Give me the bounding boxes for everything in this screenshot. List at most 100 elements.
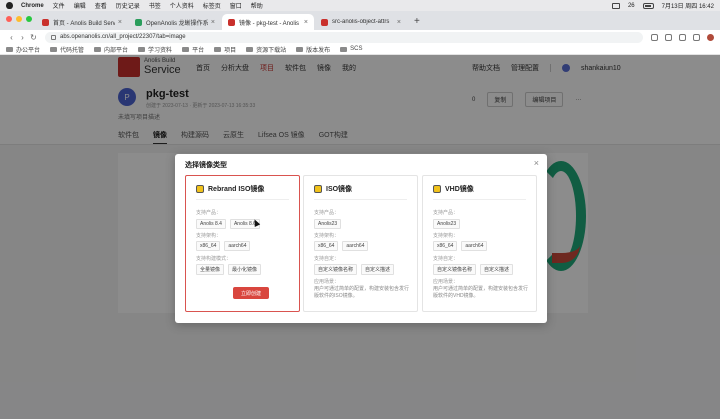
products-tags: Anolis23 bbox=[433, 219, 461, 229]
close-window-icon[interactable] bbox=[6, 16, 12, 22]
menu-window[interactable]: 窗口 bbox=[230, 1, 242, 10]
folder-icon bbox=[6, 46, 13, 52]
products-tags: Anolis 8.4 Anolis 8.6 bbox=[196, 219, 260, 229]
tab-label: 镜像 - pkg-test - Anolis Build S bbox=[239, 20, 301, 27]
menu-app-chrome[interactable]: Chrome bbox=[21, 3, 44, 9]
url-text: abs.openanolis.cn/all_project/22307/tab=… bbox=[60, 34, 186, 40]
minimize-window-icon[interactable] bbox=[16, 16, 22, 22]
custom-tag: 自定义描述 bbox=[361, 264, 395, 275]
image-type-icon bbox=[433, 185, 441, 193]
bookmark-folder[interactable]: 版本发布 bbox=[296, 45, 330, 54]
scenario-text: 用户可通过简单的配置，构建安装包含发行版软件的VHD镜像。 bbox=[433, 286, 529, 299]
bookmark-label: SCS bbox=[350, 46, 363, 52]
menu-profiles[interactable]: 个人资料 bbox=[170, 1, 194, 10]
card-title: Rebrand ISO镜像 bbox=[208, 186, 265, 193]
bookmark-label: 版本发布 bbox=[306, 47, 331, 54]
bookmark-folder[interactable]: 项目 bbox=[214, 45, 236, 54]
back-icon[interactable]: ‹ bbox=[6, 33, 17, 42]
sidepanel-icon[interactable] bbox=[693, 33, 700, 41]
browser-tab-bar: 首页 - Anolis Build Service × OpenAnolis 龙… bbox=[0, 11, 720, 30]
bookmark-folder[interactable]: 资源下载站 bbox=[246, 45, 286, 54]
menu-help[interactable]: 帮助 bbox=[251, 1, 263, 10]
bookmark-label: 项目 bbox=[224, 47, 237, 54]
card-header: VHD镜像 bbox=[433, 184, 474, 194]
divider bbox=[196, 199, 289, 200]
menu-bookmarks[interactable]: 书签 bbox=[149, 1, 161, 10]
bookmarks-bar: 办公平台 代码托管 内部平台 学习资料 平台 项目 资源下载站 版本发布 SCS bbox=[0, 44, 720, 55]
divider bbox=[433, 199, 526, 200]
profile-avatar[interactable] bbox=[707, 33, 714, 41]
favicon-icon bbox=[42, 18, 49, 26]
forward-icon[interactable]: › bbox=[17, 33, 28, 42]
bookmark-folder[interactable]: 学习资料 bbox=[138, 45, 172, 54]
menu-view[interactable]: 查看 bbox=[95, 1, 107, 10]
battery-percent: 26 bbox=[627, 2, 635, 9]
menu-file[interactable]: 文件 bbox=[53, 1, 65, 10]
products-label: 支持产品： bbox=[314, 210, 340, 216]
address-toolbar: ‹ › ↻ abs.openanolis.cn/all_project/2230… bbox=[0, 30, 720, 44]
new-tab-icon[interactable]: + bbox=[414, 16, 420, 27]
select-image-type-dialog: 选择镜像类型 × Rebrand ISO镜像 支持产品： Anolis 8.4 … bbox=[175, 154, 547, 323]
create-now-button[interactable]: 立即创建 bbox=[233, 287, 269, 299]
battery-icon[interactable] bbox=[642, 2, 654, 9]
bookmark-label: 内部平台 bbox=[104, 47, 129, 54]
custom-tag: 自定义镜像名称 bbox=[314, 264, 358, 275]
card-iso[interactable]: ISO镜像 支持产品： Anolis23 支持架构： x86_64 aarch6… bbox=[303, 175, 418, 312]
close-icon[interactable]: × bbox=[397, 19, 401, 26]
tab-label: 首页 - Anolis Build Service bbox=[53, 20, 115, 27]
divider bbox=[314, 199, 407, 200]
bookmark-folder[interactable]: 平台 bbox=[182, 45, 204, 54]
menu-history[interactable]: 历史记录 bbox=[116, 1, 140, 10]
product-tag: Anolis 8.4 bbox=[196, 219, 226, 229]
url-input[interactable]: abs.openanolis.cn/all_project/22307/tab=… bbox=[45, 31, 643, 43]
browser-tab-home[interactable]: 首页 - Anolis Build Service × bbox=[36, 14, 128, 30]
card-vhd[interactable]: VHD镜像 支持产品： Anolis23 支持架构： x86_64 aarch6… bbox=[422, 175, 537, 312]
browser-tab-src[interactable]: src-anolis-object-attrs × bbox=[315, 14, 407, 30]
bookmark-folder[interactable]: 代码托管 bbox=[50, 45, 84, 54]
bookmark-star-icon[interactable] bbox=[665, 33, 672, 41]
menu-edit[interactable]: 编辑 bbox=[74, 1, 86, 10]
screen-record-icon[interactable] bbox=[611, 2, 620, 9]
folder-icon bbox=[94, 46, 102, 52]
reload-icon[interactable]: ↻ bbox=[28, 33, 39, 42]
bookmark-folder[interactable]: 内部平台 bbox=[94, 45, 128, 54]
arch-tag: x86_64 bbox=[314, 241, 339, 251]
favicon-icon bbox=[228, 18, 235, 26]
card-title: VHD镜像 bbox=[445, 186, 474, 193]
tab-label: src-anolis-object-attrs bbox=[332, 19, 390, 25]
arch-tags: x86_64 aarch64 bbox=[314, 241, 369, 251]
product-tag: Anolis23 bbox=[433, 219, 461, 229]
folder-icon bbox=[296, 46, 304, 52]
arch-tag: x86_64 bbox=[433, 241, 458, 251]
close-icon[interactable]: × bbox=[304, 19, 308, 26]
scenario-text: 用户可通过简单的配置，构建安装包含发行版软件的ISO镜像。 bbox=[314, 286, 410, 299]
tab-label: OpenAnolis 龙蜥操作系统开源社区 bbox=[146, 20, 208, 27]
folder-icon bbox=[340, 46, 348, 52]
custom-tag: 自定义镜像名称 bbox=[433, 264, 477, 275]
close-icon[interactable]: × bbox=[118, 19, 122, 26]
bookmark-folder[interactable]: SCS bbox=[340, 46, 362, 52]
mode-tag: 全量镜像 bbox=[196, 264, 225, 275]
extension-icon[interactable] bbox=[679, 33, 686, 41]
arch-tag: aarch64 bbox=[224, 241, 251, 251]
card-rebrand-iso[interactable]: Rebrand ISO镜像 支持产品： Anolis 8.4 Anolis 8.… bbox=[185, 175, 300, 312]
bookmark-label: 代码托管 bbox=[60, 47, 85, 54]
browser-tab-openanolis[interactable]: OpenAnolis 龙蜥操作系统开源社区 × bbox=[129, 14, 221, 30]
arch-tag: aarch64 bbox=[461, 241, 488, 251]
share-icon[interactable] bbox=[651, 33, 658, 41]
clock[interactable]: 7月13日 周四 16:42 bbox=[662, 1, 714, 10]
scenario-label: 应用场景： bbox=[314, 279, 340, 285]
folder-icon bbox=[138, 46, 146, 52]
image-type-icon bbox=[196, 185, 204, 193]
lock-icon[interactable] bbox=[51, 34, 56, 40]
zoom-window-icon[interactable] bbox=[26, 16, 32, 22]
arch-label: 支持架构： bbox=[314, 233, 340, 239]
apple-icon[interactable] bbox=[6, 2, 13, 9]
menu-tabs[interactable]: 标签页 bbox=[203, 1, 221, 10]
bookmark-folder[interactable]: 办公平台 bbox=[6, 45, 40, 54]
close-icon[interactable]: × bbox=[211, 19, 215, 26]
arch-tags: x86_64 aarch64 bbox=[196, 241, 251, 251]
products-tags: Anolis23 bbox=[314, 219, 342, 229]
browser-tab-image[interactable]: 镜像 - pkg-test - Anolis Build S × bbox=[222, 14, 314, 30]
close-icon[interactable]: × bbox=[534, 158, 539, 168]
